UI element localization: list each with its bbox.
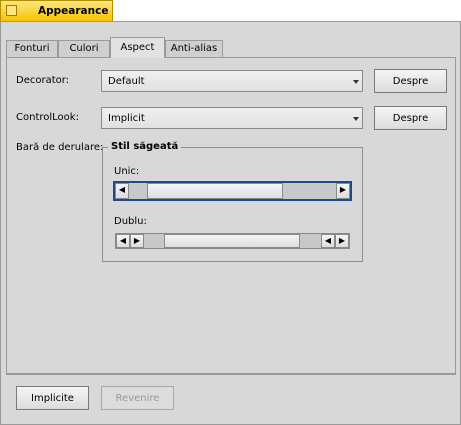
button-label: Despre (392, 113, 429, 124)
arrow-left-icon[interactable]: ◀ (115, 183, 129, 199)
tab-label: Aspect (120, 42, 155, 53)
controllook-label: ControlLook: (16, 112, 79, 123)
button-label: Revenire (115, 393, 160, 404)
tab-label: Anti-alias (170, 43, 218, 54)
tab-label: Fonturi (14, 43, 50, 54)
decorator-select[interactable]: Default (101, 70, 363, 92)
scroll-track[interactable] (300, 234, 321, 248)
window-title-tab[interactable]: Appearance (0, 0, 113, 21)
appearance-window: Fonturi Culori Aspect Anti-alias Decorat… (0, 21, 461, 425)
button-label: Implicite (31, 393, 74, 404)
decorator-label: Decorator: (16, 75, 70, 86)
arrow-style-group: Stil săgeată Unic: ◀ ▶ Dublu: ◀ ▶ ◀ ▶ (102, 141, 363, 262)
arrow-right-icon[interactable]: ▶ (335, 234, 349, 248)
single-arrow-label: Unic: (114, 166, 140, 177)
controllook-about-button[interactable]: Despre (374, 106, 447, 130)
tab-bar: Fonturi Culori Aspect Anti-alias (6, 37, 456, 58)
divider (6, 374, 456, 375)
tab-aspect[interactable]: Aspect (110, 37, 165, 58)
controllook-select[interactable]: Implicit (101, 107, 363, 129)
tab-label: Culori (69, 43, 99, 54)
arrow-right-icon[interactable]: ▶ (130, 234, 144, 248)
chevron-down-icon (353, 117, 359, 121)
window-title: Appearance (38, 5, 109, 17)
tab-fonturi[interactable]: Fonturi (6, 40, 58, 57)
scroll-track[interactable] (129, 183, 147, 199)
arrow-style-title: Stil săgeată (108, 141, 182, 152)
scrollbar-label: Bară de derulare: (16, 142, 104, 153)
revert-button[interactable]: Revenire (101, 386, 174, 410)
arrow-left-icon[interactable]: ◀ (321, 234, 335, 248)
arrow-left-icon[interactable]: ◀ (116, 234, 130, 248)
scroll-track[interactable] (283, 183, 336, 199)
scroll-thumb[interactable] (164, 234, 300, 248)
close-box-icon[interactable] (6, 5, 17, 16)
chevron-down-icon (353, 80, 359, 84)
button-label: Despre (392, 76, 429, 87)
double-arrow-label: Dublu: (114, 216, 147, 227)
decorator-value: Default (108, 76, 145, 87)
tab-culori[interactable]: Culori (58, 40, 110, 57)
scroll-track[interactable] (144, 234, 164, 248)
decorator-about-button[interactable]: Despre (374, 69, 447, 93)
defaults-button[interactable]: Implicite (16, 386, 89, 410)
double-arrow-scrollbar[interactable]: ◀ ▶ ◀ ▶ (115, 233, 350, 249)
tab-anti-alias[interactable]: Anti-alias (165, 40, 223, 57)
controllook-value: Implicit (108, 113, 145, 124)
arrow-right-icon[interactable]: ▶ (336, 183, 350, 199)
scroll-thumb[interactable] (147, 183, 283, 199)
aspect-panel: Decorator: Default Despre ControlLook: I… (6, 57, 456, 374)
single-arrow-scrollbar[interactable]: ◀ ▶ (113, 181, 352, 201)
